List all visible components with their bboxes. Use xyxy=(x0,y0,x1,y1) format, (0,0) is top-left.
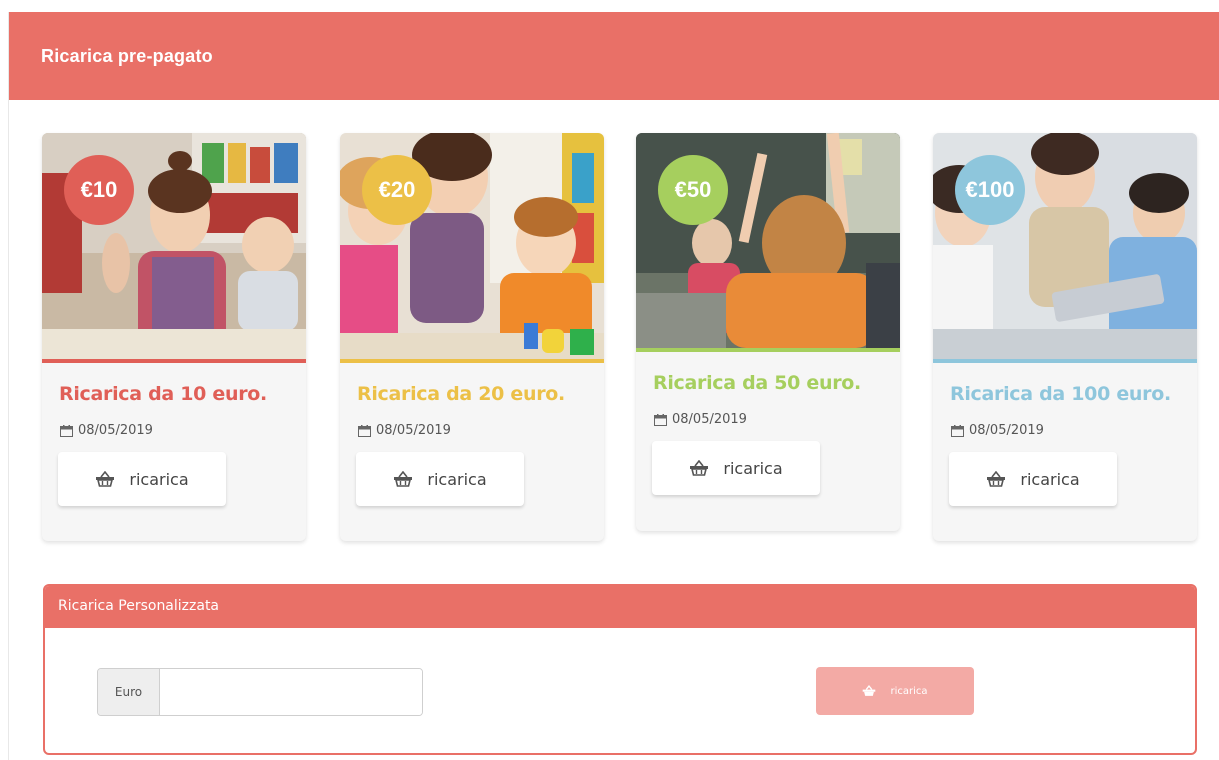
card-date: 08/05/2019 xyxy=(636,394,900,427)
calendar-icon xyxy=(60,424,73,437)
date-text: 08/05/2019 xyxy=(78,423,153,438)
euro-addon-label: Euro xyxy=(98,669,160,715)
card-title[interactable]: Ricarica da 10 euro. xyxy=(42,363,306,405)
basket-icon xyxy=(394,471,413,487)
basket-icon xyxy=(690,460,709,476)
card-ricarica-50: €50 Ricarica da 50 euro. 08/05/2019 rica… xyxy=(636,133,900,531)
date-text: 08/05/2019 xyxy=(969,423,1044,438)
date-text: 08/05/2019 xyxy=(376,423,451,438)
euro-input-group: Euro xyxy=(97,668,423,716)
price-badge: €10 xyxy=(64,155,134,225)
price-badge: €50 xyxy=(658,155,728,225)
custom-recharge-panel: Ricarica Personalizzata Euro ricarica xyxy=(43,584,1197,755)
card-image: €10 xyxy=(42,133,306,359)
price-badge: €100 xyxy=(955,155,1025,225)
ricarica-10-button[interactable]: ricarica xyxy=(58,452,226,506)
card-date: 08/05/2019 xyxy=(933,405,1197,438)
page-title: Ricarica pre-pagato xyxy=(41,46,213,66)
calendar-icon xyxy=(358,424,371,437)
card-ricarica-100: €100 Ricarica da 100 euro. 08/05/2019 ri… xyxy=(933,133,1197,541)
button-label: ricarica xyxy=(1020,469,1080,489)
card-image: €50 xyxy=(636,133,900,348)
button-label: ricarica xyxy=(427,469,487,489)
card-title[interactable]: Ricarica da 100 euro. xyxy=(933,363,1197,405)
page-container: Ricarica pre-pagato €10 Ricarica da 10 e… xyxy=(8,12,1219,760)
date-text: 08/05/2019 xyxy=(672,412,747,427)
basket-icon xyxy=(987,471,1006,487)
ricarica-100-button[interactable]: ricarica xyxy=(949,452,1117,506)
ricarica-50-button[interactable]: ricarica xyxy=(652,441,820,495)
card-ricarica-20: €20 Ricarica da 20 euro. 08/05/2019 rica… xyxy=(340,133,604,541)
calendar-icon xyxy=(654,413,667,426)
ricarica-20-button[interactable]: ricarica xyxy=(356,452,524,506)
custom-panel-title: Ricarica Personalizzata xyxy=(45,586,1195,628)
card-title[interactable]: Ricarica da 50 euro. xyxy=(636,352,900,394)
price-badge: €20 xyxy=(362,155,432,225)
custom-ricarica-button[interactable]: ricarica xyxy=(816,667,974,715)
basket-icon xyxy=(96,471,115,487)
card-date: 08/05/2019 xyxy=(42,405,306,438)
basket-icon xyxy=(863,685,876,696)
button-label: ricarica xyxy=(129,469,189,489)
button-label: ricarica xyxy=(723,458,783,478)
amount-input[interactable] xyxy=(160,669,422,715)
card-date: 08/05/2019 xyxy=(340,405,604,438)
card-image: €100 xyxy=(933,133,1197,359)
card-ricarica-10: €10 Ricarica da 10 euro. 08/05/2019 rica… xyxy=(42,133,306,541)
card-image: €20 xyxy=(340,133,604,359)
card-title[interactable]: Ricarica da 20 euro. xyxy=(340,363,604,405)
header-bar: Ricarica pre-pagato xyxy=(9,12,1219,100)
calendar-icon xyxy=(951,424,964,437)
button-label: ricarica xyxy=(890,685,928,697)
